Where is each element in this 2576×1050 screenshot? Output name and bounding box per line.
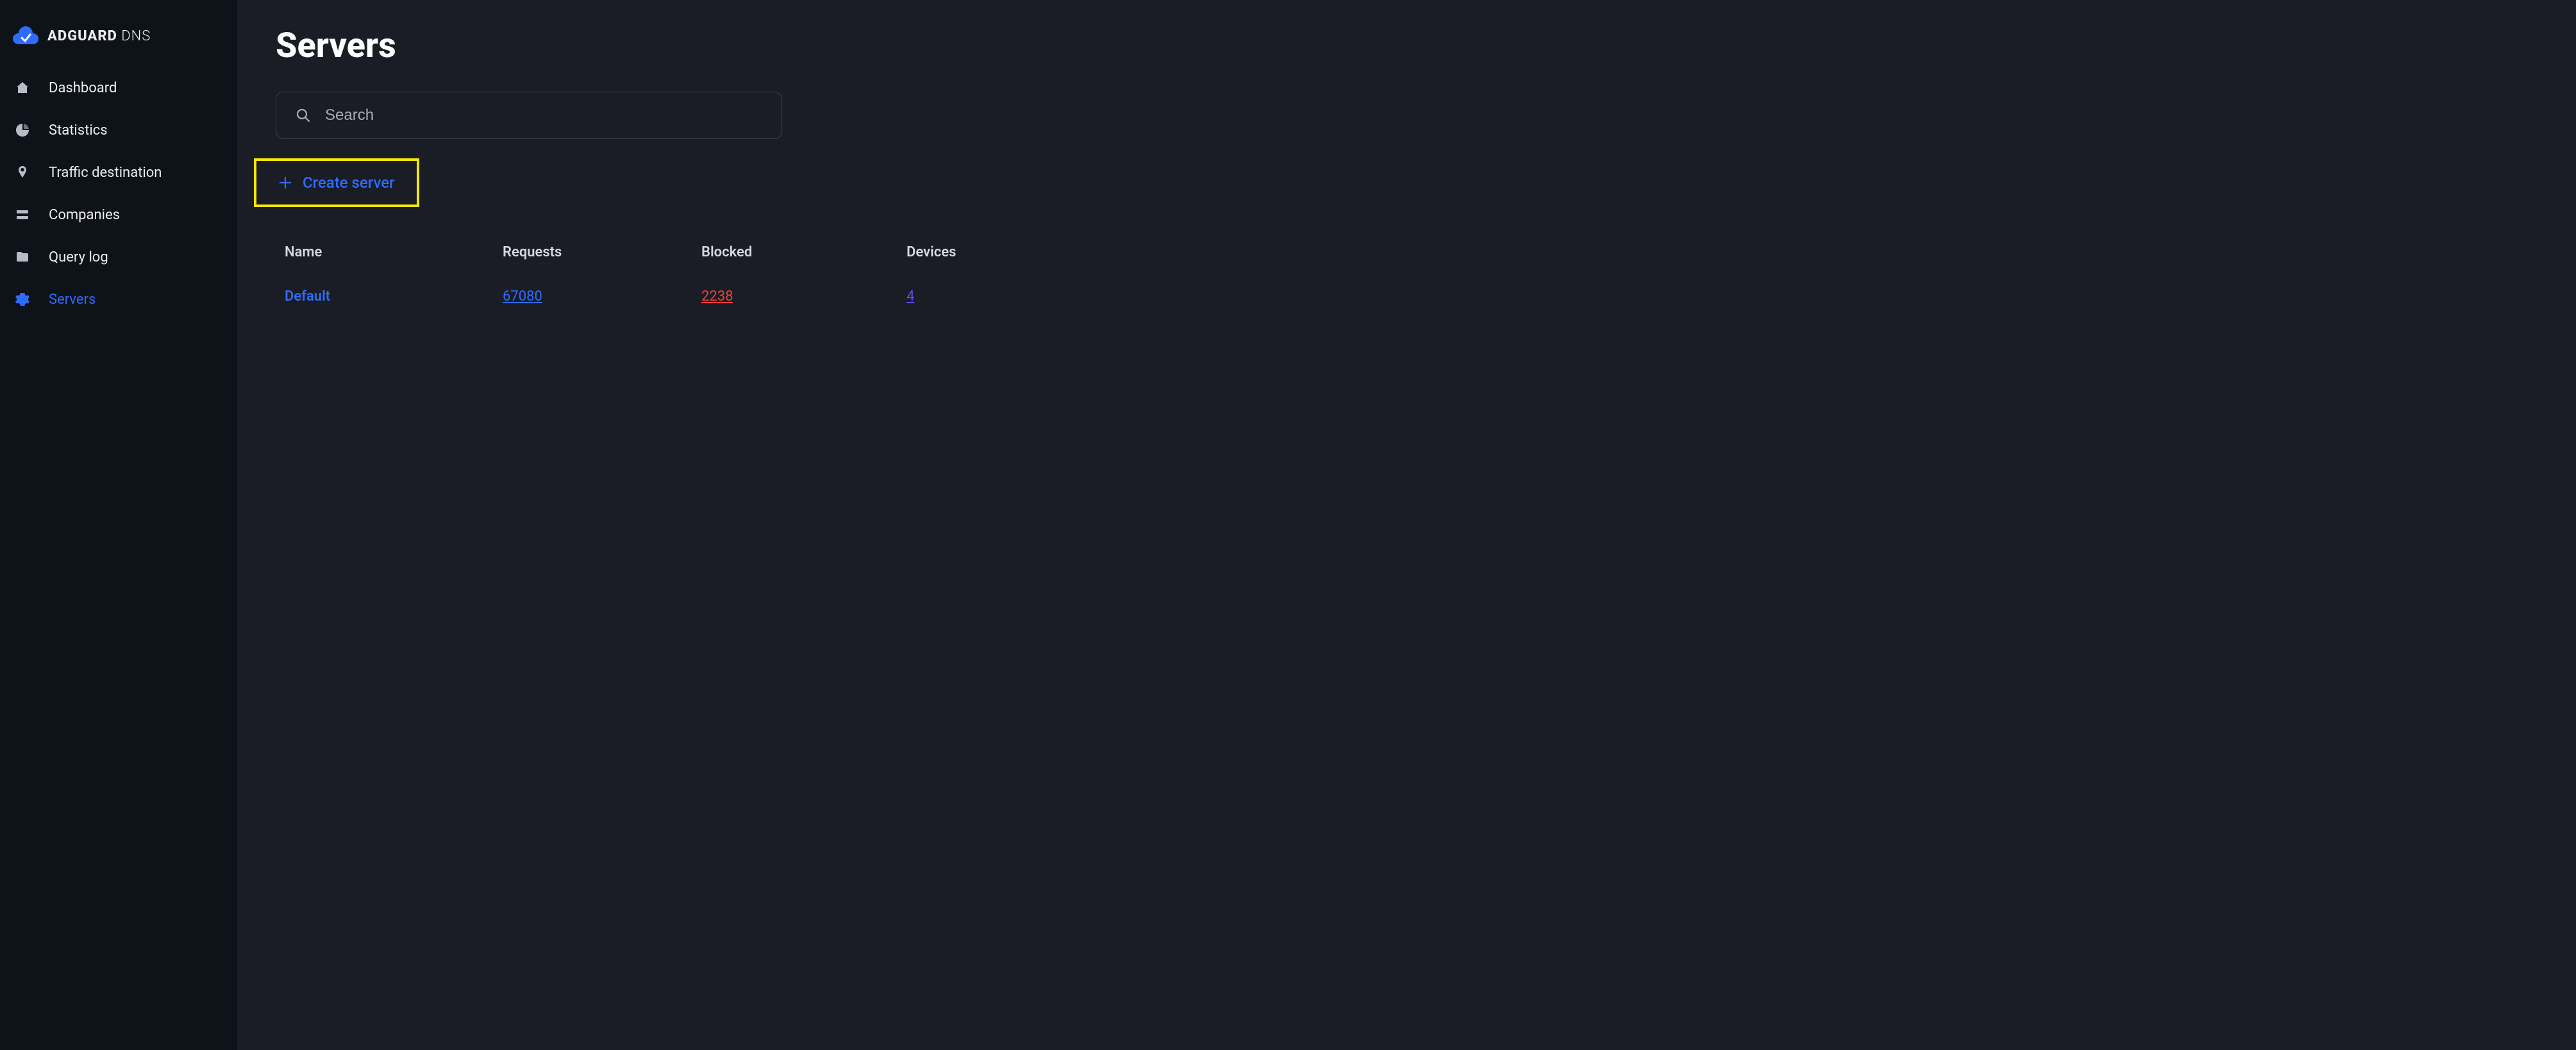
search-box[interactable] [276, 92, 782, 139]
server-devices-link[interactable]: 4 [907, 288, 914, 304]
sidebar-item-traffic-destination[interactable]: Traffic destination [0, 151, 237, 194]
plus-icon [278, 176, 292, 190]
brand-bold: ADGUARD [47, 28, 117, 44]
pin-icon [14, 164, 31, 181]
sidebar-item-query-log[interactable]: Query log [0, 236, 237, 278]
sidebar-item-companies[interactable]: Companies [0, 194, 237, 236]
pie-icon [14, 122, 31, 138]
sidebar-item-servers[interactable]: Servers [0, 278, 237, 321]
create-server-label: Create server [303, 174, 395, 192]
search-input[interactable] [325, 106, 762, 124]
brand-thin: DNS [117, 28, 151, 44]
page-title: Servers [276, 26, 2538, 66]
brand-logo[interactable]: ADGUARD DNS [0, 18, 237, 67]
sidebar-item-label: Dashboard [49, 80, 117, 96]
col-name: Name [285, 244, 503, 260]
table-header: Name Requests Blocked Devices [276, 235, 2538, 269]
sidebar-item-statistics[interactable]: Statistics [0, 109, 237, 151]
gear-icon [14, 291, 31, 308]
server-blocked-link[interactable]: 2238 [701, 288, 733, 304]
search-icon [296, 108, 311, 123]
sidebar-item-label: Servers [49, 292, 96, 308]
stack-icon [14, 206, 31, 223]
col-devices: Devices [907, 244, 996, 260]
brand-text: ADGUARD DNS [47, 28, 151, 44]
home-icon [14, 79, 31, 96]
create-server-button[interactable]: Create server [254, 158, 419, 207]
sidebar-item-label: Traffic destination [49, 165, 162, 181]
col-blocked: Blocked [701, 244, 907, 260]
sidebar-item-label: Query log [49, 249, 108, 265]
main-content: Servers Create server Name Requests Bloc… [237, 0, 2576, 1050]
col-requests: Requests [503, 244, 701, 260]
server-requests-link[interactable]: 67080 [503, 288, 542, 304]
sidebar-item-dashboard[interactable]: Dashboard [0, 67, 237, 109]
sidebar-item-label: Companies [49, 207, 120, 223]
table-row: Default 67080 2238 4 [276, 279, 2538, 313]
sidebar-item-label: Statistics [49, 122, 108, 138]
sidebar: ADGUARD DNS Dashboard Statistics Traffic… [0, 0, 237, 1050]
cloud-icon [12, 24, 38, 47]
servers-table: Name Requests Blocked Devices Default 67… [276, 235, 2538, 313]
folder-icon [14, 249, 31, 265]
server-name-link[interactable]: Default [285, 288, 503, 304]
